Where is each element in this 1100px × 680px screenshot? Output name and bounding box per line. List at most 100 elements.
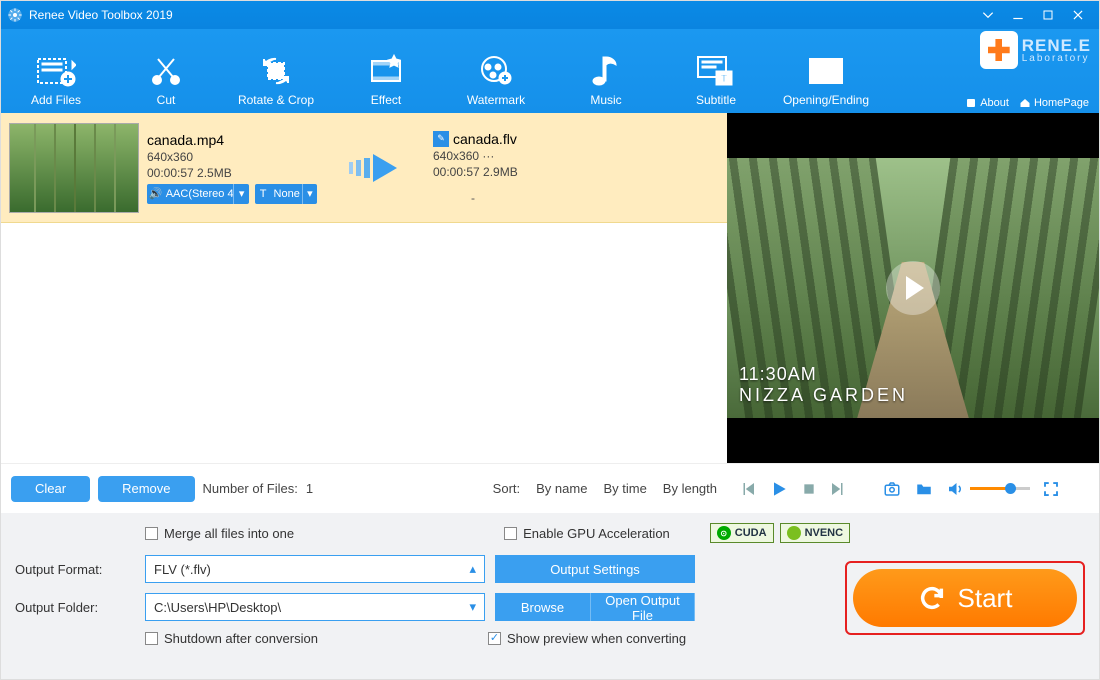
sort-by-length[interactable]: By length — [663, 481, 717, 496]
file-thumbnail — [9, 123, 139, 213]
main-toolbar: Add Files Cut Rotate & Crop Effect Water… — [1, 29, 1099, 113]
remove-button[interactable]: Remove — [98, 476, 194, 502]
brand-logo: RENE.E Laboratory — [980, 31, 1091, 69]
sort-by-name[interactable]: By name — [536, 481, 587, 496]
open-output-button[interactable]: Open Output File — [591, 593, 695, 621]
output-duration-size: 00:00:57 2.9MB — [433, 165, 518, 179]
output-dimensions: 640x360 ··· — [433, 149, 518, 163]
fullscreen-button[interactable] — [1042, 480, 1060, 498]
file-list: canada.mp4 640x360 00:00:57 2.5MB 🔊 AAC(… — [1, 113, 727, 463]
tool-watermark[interactable]: Watermark — [441, 49, 551, 107]
output-filename: canada.flv — [453, 131, 517, 147]
opening-ending-icon — [808, 49, 844, 93]
tool-label: Music — [590, 93, 621, 107]
preview-place: NIZZA GARDEN — [739, 385, 908, 406]
main-area: canada.mp4 640x360 00:00:57 2.5MB 🔊 AAC(… — [1, 113, 1099, 463]
file-count-value: 1 — [306, 481, 313, 496]
speaker-icon: 🔊 — [147, 187, 164, 200]
watermark-icon — [478, 49, 514, 93]
browse-button[interactable]: Browse — [495, 593, 591, 621]
volume-slider[interactable] — [970, 487, 1030, 490]
audio-chip[interactable]: 🔊 AAC(Stereo 44 ▾ — [147, 184, 249, 204]
preview-play-button[interactable] — [886, 261, 940, 315]
homepage-link[interactable]: HomePage — [1019, 97, 1089, 109]
menu-dropdown-icon[interactable] — [973, 1, 1003, 29]
close-button[interactable] — [1063, 1, 1093, 29]
title-bar: Renee Video Toolbox 2019 — [1, 1, 1099, 29]
tool-music[interactable]: Music — [551, 49, 661, 107]
snapshot-button[interactable] — [882, 480, 902, 498]
mid-bar: Clear Remove Number of Files: 1 Sort: By… — [1, 463, 1099, 513]
bottom-panel: Merge all files into one Enable GPU Acce… — [1, 513, 1099, 679]
brand-cross-icon — [980, 31, 1018, 69]
tool-label: Effect — [371, 93, 401, 107]
tool-label: Opening/Ending — [783, 93, 869, 107]
app-logo-icon — [7, 7, 23, 23]
output-format-combo[interactable]: FLV (*.flv) ▴ — [145, 555, 485, 583]
cut-icon — [148, 49, 184, 93]
music-icon — [591, 49, 621, 93]
start-button[interactable]: Start — [853, 569, 1077, 627]
text-icon: T — [255, 188, 272, 200]
subtitle-dropdown-icon[interactable]: ▾ — [302, 184, 317, 204]
volume-icon[interactable] — [946, 480, 964, 498]
tool-cut[interactable]: Cut — [111, 49, 221, 107]
tool-add-files[interactable]: Add Files — [1, 49, 111, 107]
tool-label: Subtitle — [696, 93, 736, 107]
tool-rotate-crop[interactable]: Rotate & Crop — [221, 49, 331, 107]
source-duration-size: 00:00:57 2.5MB — [147, 166, 317, 180]
shutdown-checkbox[interactable]: Shutdown after conversion — [145, 631, 318, 646]
file-count-label: Number of Files: — [203, 481, 298, 496]
clear-button[interactable]: Clear — [11, 476, 90, 502]
next-track-button[interactable] — [829, 480, 847, 498]
svg-text:T: T — [721, 73, 728, 85]
tool-label: Cut — [157, 93, 176, 107]
merge-checkbox[interactable]: Merge all files into one — [145, 526, 294, 541]
output-settings-button[interactable]: Output Settings — [495, 555, 695, 583]
cuda-badge: ⊙CUDA — [710, 523, 774, 543]
start-highlight: Start — [845, 561, 1085, 635]
flv-format-icon: ✎ — [433, 131, 449, 147]
tool-label: Rotate & Crop — [238, 93, 314, 107]
gpu-checkbox[interactable]: Enable GPU Acceleration — [504, 526, 670, 541]
preview-panel: 11:30AM NIZZA GARDEN — [727, 113, 1099, 463]
nvenc-badge: NVENC — [780, 523, 851, 543]
source-filename: canada.mp4 — [147, 132, 317, 148]
play-button[interactable] — [769, 479, 789, 499]
chevron-up-icon: ▴ — [469, 561, 476, 577]
minimize-button[interactable] — [1003, 1, 1033, 29]
refresh-icon — [918, 584, 946, 612]
effect-icon — [368, 49, 404, 93]
sort-by-time[interactable]: By time — [603, 481, 646, 496]
subtitle-icon: T — [696, 49, 736, 93]
tool-label: Add Files — [31, 93, 81, 107]
open-folder-button[interactable] — [914, 480, 934, 498]
maximize-button[interactable] — [1033, 1, 1063, 29]
output-folder-combo[interactable]: C:\Users\HP\Desktop\ ▾ — [145, 593, 485, 621]
app-title: Renee Video Toolbox 2019 — [29, 8, 173, 22]
tool-subtitle[interactable]: T Subtitle — [661, 49, 771, 107]
output-dash: - — [433, 191, 513, 205]
tool-label: Watermark — [467, 93, 525, 107]
brand-line2: Laboratory — [1022, 54, 1091, 64]
tool-effect[interactable]: Effect — [331, 49, 441, 107]
player-controls — [727, 463, 1099, 513]
output-folder-label: Output Folder: — [15, 600, 135, 615]
about-link[interactable]: About — [965, 97, 1009, 109]
output-format-label: Output Format: — [15, 562, 135, 577]
stop-button[interactable] — [801, 481, 817, 497]
source-dimensions: 640x360 — [147, 150, 317, 164]
file-row[interactable]: canada.mp4 640x360 00:00:57 2.5MB 🔊 AAC(… — [1, 113, 727, 223]
tool-opening-ending[interactable]: Opening/Ending — [771, 49, 881, 107]
audio-dropdown-icon[interactable]: ▾ — [233, 184, 248, 204]
preview-time: 11:30AM — [739, 364, 908, 385]
conversion-arrow-icon — [345, 148, 405, 188]
subtitle-chip[interactable]: T None ▾ — [255, 184, 317, 204]
add-files-icon — [36, 49, 76, 93]
brand-line1: RENE.E — [1022, 37, 1091, 54]
rotate-crop-icon — [258, 49, 294, 93]
chevron-down-icon: ▾ — [469, 599, 476, 615]
show-preview-checkbox[interactable]: Show preview when converting — [488, 631, 686, 646]
sort-label: Sort: — [493, 481, 520, 496]
prev-track-button[interactable] — [739, 480, 757, 498]
